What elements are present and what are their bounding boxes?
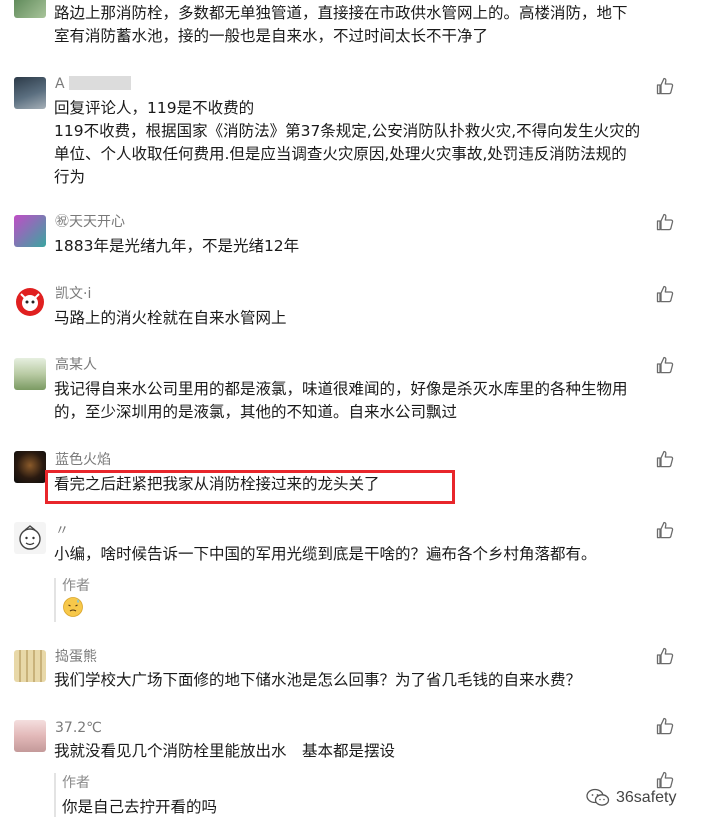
redacted-name-block <box>68 76 131 90</box>
commenter-name: ㊗天天开心 <box>55 214 125 230</box>
comment-text: 小编，啥时候告诉一下中国的军用光缆到底是干啥的？遍布各个乡村角落都有。 <box>54 545 597 563</box>
like-icon[interactable] <box>655 355 675 375</box>
avatar[interactable] <box>14 215 46 247</box>
avatar[interactable] <box>14 0 46 18</box>
commenter-name: 〃 <box>55 523 69 539</box>
reply-text: 你是自己去拧开看的吗 <box>62 798 218 816</box>
watermark: 36safety <box>586 785 676 811</box>
like-icon[interactable] <box>655 520 675 540</box>
avatar[interactable] <box>14 720 46 752</box>
avatar[interactable] <box>14 451 46 483</box>
sweat-face-emoji-icon <box>63 597 83 617</box>
cat-logo-icon <box>16 288 44 316</box>
comment-text: 我就没看见几个消防栓里能放出水 基本都是摆设 <box>54 742 396 760</box>
comment-text: 1883年是光绪九年，不是光绪12年 <box>54 237 300 255</box>
commenter-name: A <box>55 75 131 93</box>
like-icon[interactable] <box>655 716 675 736</box>
commenter-name: 凯文·i <box>55 286 92 302</box>
like-icon[interactable] <box>655 646 675 666</box>
comment-text: 我们学校大广场下面修的地下储水池是怎么回事？为了省几毛钱的自来水费？ <box>54 671 582 689</box>
avatar[interactable] <box>14 522 46 554</box>
comment-text: 马路上的消火栓就在自来水管网上 <box>54 309 287 327</box>
avatar[interactable] <box>14 358 46 390</box>
commenter-name: 高某人 <box>55 357 97 373</box>
cartoon-face-icon <box>19 525 41 550</box>
highlight-box <box>45 470 455 504</box>
like-icon[interactable] <box>655 284 675 304</box>
commenter-name: 蓝色火焰 <box>55 452 111 468</box>
reply-divider <box>54 578 56 622</box>
watermark-text: 36safety <box>616 789 677 806</box>
reply-author: 作者 <box>62 775 90 791</box>
commenter-name: 捣蛋熊 <box>55 649 97 665</box>
reply-text <box>62 596 84 618</box>
like-icon[interactable] <box>655 76 675 96</box>
like-icon[interactable] <box>655 449 675 469</box>
comment-text: 我记得自来水公司里用的都是液氯，味道很难闻的，好像是杀灭水库里的各种生物用 的，… <box>54 380 628 421</box>
wechat-icon <box>586 788 610 806</box>
reply-author: 作者 <box>62 578 90 594</box>
avatar[interactable] <box>14 650 46 682</box>
avatar[interactable] <box>14 286 46 318</box>
comment-text: 路边上那消防栓，多数都无单独管道，直接接在市政供水管网上的。高楼消防，地下 室有… <box>54 4 628 45</box>
like-icon[interactable] <box>655 212 675 232</box>
reply-divider <box>54 773 56 817</box>
comment-text: 回复评论人，119是不收费的 119不收费，根据国家《消防法》第37条规定,公安… <box>54 99 641 186</box>
commenter-name: 37.2℃ <box>55 720 102 736</box>
avatar[interactable] <box>14 77 46 109</box>
